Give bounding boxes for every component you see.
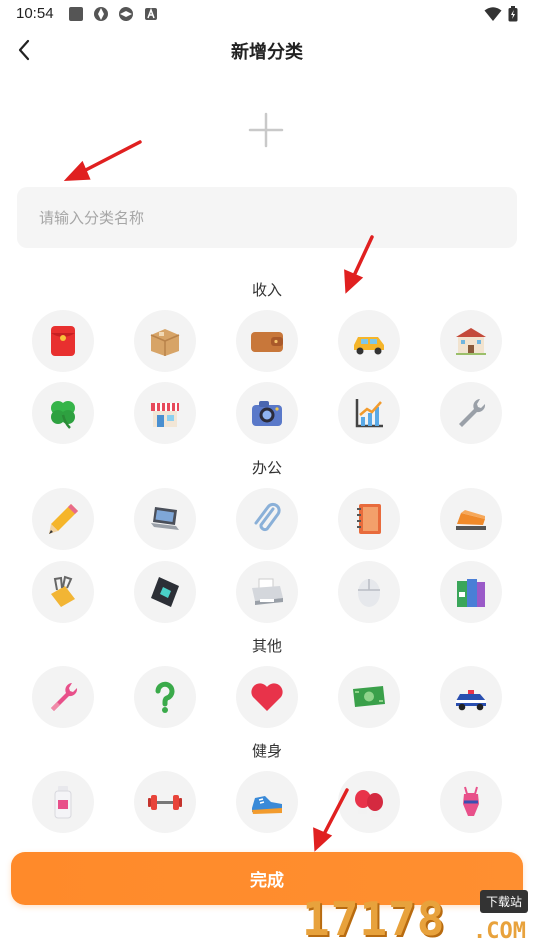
- icon-row: [32, 771, 502, 833]
- growth-chart-icon: [355, 399, 383, 428]
- category-icon-cash-money[interactable]: [338, 666, 400, 728]
- swimsuit-icon: [463, 786, 479, 816]
- category-icon-dumbbell[interactable]: [134, 771, 196, 833]
- pencil-icon: [49, 504, 78, 534]
- heart-icon: [251, 683, 283, 711]
- category-icon-laptop[interactable]: [134, 488, 196, 550]
- page-title: 新增分类: [231, 42, 303, 63]
- category-icon-taxi-car[interactable]: [338, 310, 400, 372]
- taxi-car-icon: [354, 337, 384, 355]
- school-building-icon: [456, 328, 486, 355]
- watermark-digits: 17178: [302, 892, 446, 946]
- plus-icon: [248, 112, 284, 148]
- category-icon-paper-clip[interactable]: [236, 488, 298, 550]
- camera-icon: [252, 401, 282, 426]
- notebook-icon: [357, 504, 381, 534]
- package-box-icon: [150, 329, 180, 356]
- status-notification-icons: [68, 6, 159, 22]
- wifi-icon: [484, 7, 502, 21]
- category-icon-growth-chart[interactable]: [338, 382, 400, 444]
- watermark-badge: 下载站: [479, 890, 528, 913]
- category-icon-binders[interactable]: [440, 561, 502, 623]
- repair-wrench-icon: [51, 683, 78, 711]
- question-mark-icon: [155, 681, 175, 713]
- section-title-fitness: 健身: [251, 742, 282, 760]
- category-icon-wrench[interactable]: [440, 382, 502, 444]
- red-envelope-icon: [51, 326, 75, 356]
- status-system-icons: [484, 6, 518, 22]
- category-icon-printer[interactable]: [236, 561, 298, 623]
- running-shoe-icon: [252, 796, 282, 814]
- police-car-icon: [456, 690, 486, 711]
- clover-icon: [51, 401, 75, 429]
- a-icon: [145, 7, 157, 20]
- site-watermark: 17178 下载站 .COM: [302, 890, 528, 948]
- dumbbell-icon: [148, 795, 182, 810]
- wallet-icon: [251, 332, 283, 352]
- section-title-other: 其他: [251, 637, 282, 655]
- category-icon-school-building[interactable]: [440, 310, 502, 372]
- nav-bar: 新增分类: [0, 28, 534, 72]
- protein-bottle-icon: [54, 786, 72, 819]
- category-icon-red-envelope[interactable]: [32, 310, 94, 372]
- category-icon-computer-mouse[interactable]: [338, 561, 400, 623]
- computer-mouse-icon: [358, 579, 380, 607]
- binders-icon: [457, 579, 485, 607]
- wrench-icon: [459, 399, 486, 427]
- section-title-income: 收入: [251, 281, 282, 299]
- category-icon-protein-bottle[interactable]: [32, 771, 94, 833]
- category-icon-pencil[interactable]: [32, 488, 94, 550]
- category-icon-four-leaf-clover[interactable]: [32, 382, 94, 444]
- category-icon-stapler[interactable]: [440, 488, 502, 550]
- category-icon-wallet[interactable]: [236, 310, 298, 372]
- app-icon: [119, 7, 133, 21]
- category-icon-notebook[interactable]: [338, 488, 400, 550]
- icon-row: [32, 561, 502, 623]
- category-icon-binder-clip[interactable]: [32, 561, 94, 623]
- hard-drive-icon: [151, 577, 179, 607]
- category-icon-police-car[interactable]: [440, 666, 502, 728]
- status-time: 10:54: [16, 5, 54, 22]
- category-name-input[interactable]: [17, 187, 517, 248]
- icon-row: [32, 666, 502, 728]
- category-icon-hard-drive[interactable]: [134, 561, 196, 623]
- category-icon-running-shoe[interactable]: [236, 771, 298, 833]
- square-icon: [69, 7, 83, 21]
- battery-icon: [508, 6, 518, 22]
- category-icon-swimsuit[interactable]: [440, 771, 502, 833]
- category-icon-repair-wrench[interactable]: [32, 666, 94, 728]
- category-icon-camera[interactable]: [236, 382, 298, 444]
- category-icon-heart[interactable]: [236, 666, 298, 728]
- app-icon: [94, 7, 108, 21]
- category-icon-question-mark[interactable]: [134, 666, 196, 728]
- icon-row: [32, 310, 502, 372]
- icon-row: [32, 382, 502, 444]
- annotation-arrow: [63, 140, 142, 181]
- add-icon-button[interactable]: [244, 108, 288, 152]
- paper-clip-icon: [254, 502, 281, 532]
- category-icon-boxing-gloves[interactable]: [338, 771, 400, 833]
- watermark-suffix: .COM: [473, 919, 526, 944]
- section-title-office: 办公: [251, 459, 282, 477]
- laptop-icon: [151, 507, 179, 530]
- stapler-icon: [456, 510, 486, 530]
- category-icon-package-box[interactable]: [134, 310, 196, 372]
- shop-store-icon: [151, 403, 179, 427]
- status-bar: 10:54: [0, 0, 534, 28]
- icon-row: [32, 488, 502, 550]
- category-icon-shop-store[interactable]: [134, 382, 196, 444]
- cash-icon: [353, 686, 385, 707]
- binder-clip-icon: [51, 575, 75, 607]
- printer-icon: [252, 578, 283, 605]
- boxing-gloves-icon: [355, 790, 383, 817]
